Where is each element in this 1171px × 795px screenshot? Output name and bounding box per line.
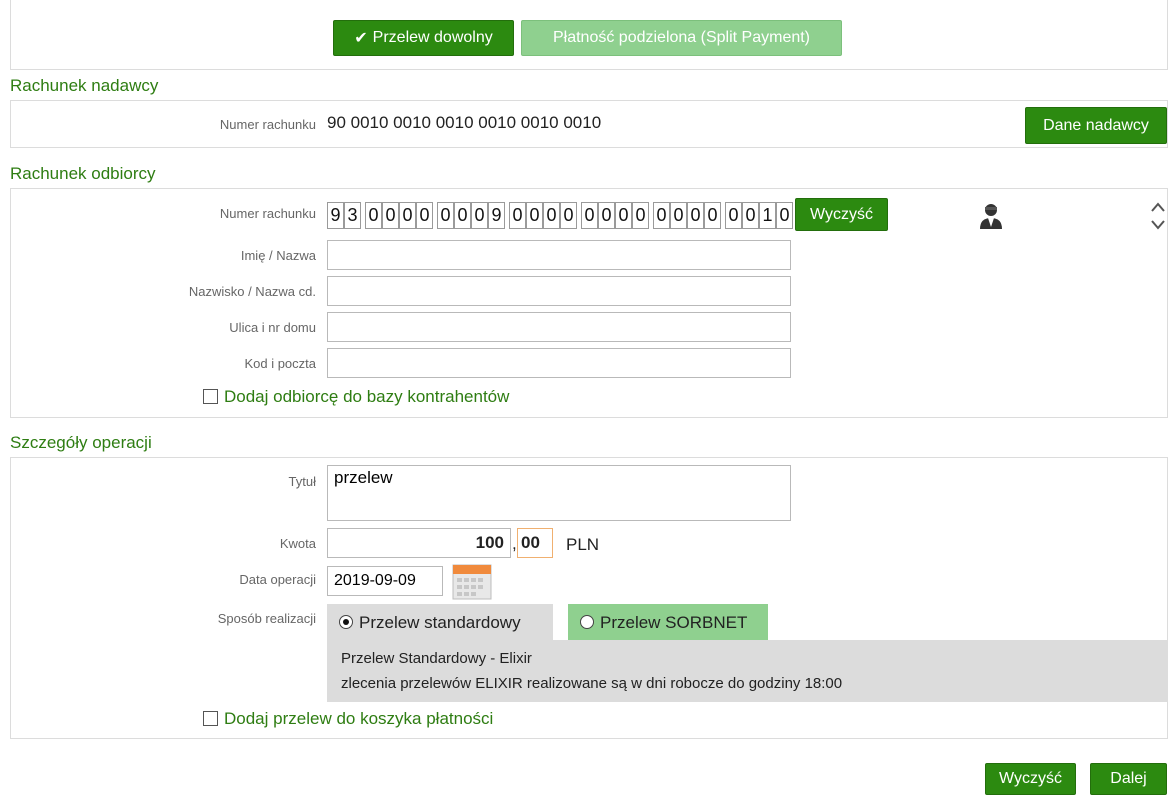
method-label: Sposób realizacji	[217, 611, 316, 626]
account-digit-box[interactable]: 0	[454, 202, 471, 229]
recipient-clear-button[interactable]: Wyczyść	[795, 198, 888, 231]
scroll-up-icon[interactable]	[1150, 200, 1166, 212]
amount-cents-value: 00	[521, 533, 540, 552]
account-digit-box[interactable]: 0	[776, 202, 793, 229]
account-digit-box[interactable]: 0	[687, 202, 704, 229]
method-sorbnet-tab[interactable]: Przelew SORBNET	[568, 604, 768, 640]
street-field[interactable]	[327, 312, 791, 342]
account-digit-box[interactable]: 1	[759, 202, 776, 229]
radio-sorbnet-icon	[580, 615, 594, 629]
account-digit-box[interactable]: 0	[365, 202, 382, 229]
account-digit-box[interactable]: 3	[344, 202, 361, 229]
sender-account-number: 90 0010 0010 0010 0010 0010 0010	[327, 113, 602, 132]
postal-label: Kod i poczta	[244, 356, 316, 371]
date-label: Data operacji	[239, 572, 316, 587]
sender-data-button-label: Dane nadawcy	[1043, 116, 1149, 134]
surname-label: Nazwisko / Nazwa cd.	[188, 284, 316, 299]
currency-label: PLN	[566, 535, 600, 554]
name-field[interactable]	[327, 240, 791, 270]
recipient-account-label: Numer rachunku	[219, 206, 316, 221]
scroll-down-icon[interactable]	[1150, 218, 1166, 230]
account-digit-box[interactable]: 9	[488, 202, 505, 229]
account-digit-box[interactable]: 0	[399, 202, 416, 229]
amount-cents-field[interactable]: 00	[517, 528, 553, 558]
method-info-line2: zlecenia przelewów ELIXIR realizowane są…	[341, 675, 843, 692]
account-digit-box[interactable]: 0	[670, 202, 687, 229]
recipient-section-title: Rachunek odbiorcy	[10, 164, 156, 183]
method-info-box: Przelew Standardowy - Elixir zlecenia pr…	[327, 640, 1167, 702]
account-digit-box[interactable]: 0	[615, 202, 632, 229]
tab-free-transfer-label: Przelew dowolny	[372, 29, 493, 46]
add-to-basket-label[interactable]: Dodaj przelew do koszyka płatności	[224, 709, 493, 729]
title-label: Tytuł	[288, 474, 316, 489]
account-digit-box[interactable]: 9	[327, 202, 344, 229]
name-label: Imię / Nazwa	[240, 248, 316, 263]
add-to-contacts-label[interactable]: Dodaj odbiorcę do bazy kontrahentów	[224, 387, 509, 407]
radio-standard-icon	[339, 615, 353, 629]
sender-account-label: Numer rachunku	[219, 117, 316, 132]
tab-split-payment-label: Płatność podzielona (Split Payment)	[552, 29, 811, 46]
method-standard-label: Przelew standardowy	[359, 613, 521, 632]
title-field[interactable]: przelew	[327, 465, 791, 521]
account-digit-box[interactable]: 0	[437, 202, 454, 229]
account-digit-box[interactable]: 0	[509, 202, 526, 229]
account-digit-box[interactable]: 0	[382, 202, 399, 229]
next-button-label: Dalej	[1110, 770, 1147, 787]
surname-field[interactable]	[327, 276, 791, 306]
add-to-contacts-checkbox[interactable]	[203, 389, 218, 404]
account-digit-box[interactable]: 0	[598, 202, 615, 229]
footer-clear-button-label: Wyczyść	[999, 770, 1062, 787]
next-button[interactable]: Dalej	[1090, 763, 1167, 795]
footer-clear-button[interactable]: Wyczyść	[985, 763, 1076, 795]
operation-section-title: Szczegóły operacji	[10, 433, 152, 452]
account-digit-box[interactable]: 0	[581, 202, 598, 229]
recipient-clear-button-label: Wyczyść	[810, 205, 873, 223]
method-sorbnet-label: Przelew SORBNET	[600, 613, 748, 632]
account-digit-box[interactable]: 0	[560, 202, 577, 229]
method-info-line1: Przelew Standardowy - Elixir	[341, 650, 532, 667]
account-digit-box[interactable]: 0	[471, 202, 488, 229]
account-digit-box[interactable]: 0	[725, 202, 742, 229]
postal-field[interactable]	[327, 348, 791, 378]
check-icon: ✔	[354, 30, 368, 47]
account-digit-box[interactable]: 0	[543, 202, 560, 229]
account-digit-box[interactable]: 0	[704, 202, 721, 229]
sender-data-button[interactable]: Dane nadawcy	[1025, 107, 1167, 144]
account-digit-box[interactable]: 0	[416, 202, 433, 229]
account-digit-box[interactable]: 0	[742, 202, 759, 229]
calendar-icon[interactable]	[452, 562, 492, 605]
person-icon[interactable]	[977, 202, 1005, 235]
street-label: Ulica i nr domu	[229, 320, 316, 335]
method-standard-tab[interactable]: Przelew standardowy	[327, 604, 553, 640]
account-digit-box[interactable]: 0	[653, 202, 670, 229]
amount-whole-field[interactable]: 100	[327, 528, 511, 558]
account-digit-box[interactable]: 0	[632, 202, 649, 229]
amount-label: Kwota	[279, 536, 316, 551]
sender-section-title: Rachunek nadawcy	[10, 76, 159, 95]
amount-whole-value: 100	[475, 533, 504, 552]
date-field[interactable]	[327, 566, 443, 596]
account-digit-box[interactable]: 0	[526, 202, 543, 229]
tab-split-payment[interactable]: Płatność podzielona (Split Payment)	[521, 20, 842, 56]
tab-free-transfer[interactable]: ✔ Przelew dowolny	[333, 20, 514, 56]
add-to-basket-checkbox[interactable]	[203, 711, 218, 726]
